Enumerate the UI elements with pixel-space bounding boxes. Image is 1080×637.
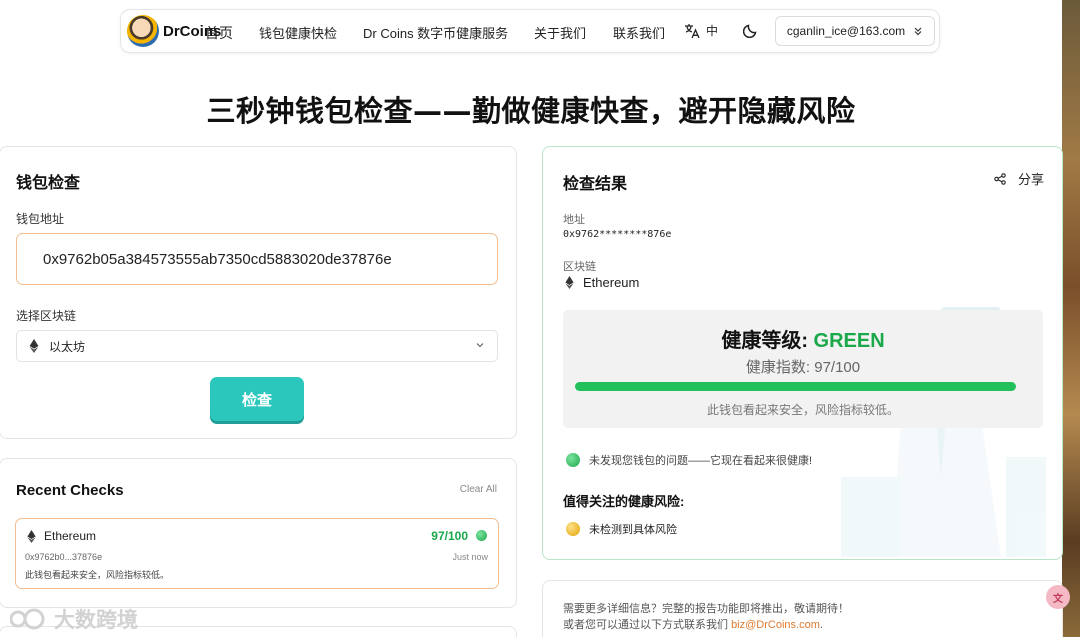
- address-label: 钱包地址: [16, 212, 65, 226]
- watermark-logo-icon: [10, 608, 45, 630]
- share-label: 分享: [1017, 172, 1044, 187]
- language-label: 中: [706, 24, 719, 38]
- clear-all-button[interactable]: Clear All: [460, 484, 497, 495]
- watermark: 大数跨境: [10, 604, 138, 634]
- result-address-label: 地址: [563, 214, 585, 226]
- contact-line-1: 需要更多详细信息？完整的报告功能即将推出，敬请期待！: [563, 603, 849, 615]
- wallet-check-card: 钱包检查 钱包地址 0x9762b05a384573555ab7350cd588…: [0, 146, 517, 439]
- chevron-down-icon: [476, 343, 484, 348]
- wallet-address-input[interactable]: 0x9762b05a384573555ab7350cd5883020de3787…: [16, 233, 498, 285]
- chain-label: 选择区块链: [16, 309, 77, 323]
- health-summary-box: 健康等级: GREEN 健康指数: 97/100 此钱包看起来安全，风险指标较低…: [563, 310, 1043, 428]
- ethereum-icon: [29, 339, 39, 353]
- health-grade-label: 健康等级:: [721, 330, 814, 352]
- chain-select[interactable]: 以太坊: [16, 330, 498, 362]
- recent-score: 97/100: [431, 529, 468, 543]
- share-button[interactable]: 分享: [994, 169, 1044, 188]
- contact-line-2: 或者您可以通过以下方式联系我们 biz@DrCoins.com.: [563, 616, 823, 632]
- recent-checks-card: Recent Checks Clear All Ethereum 97/100 …: [0, 458, 517, 608]
- ethereum-icon: [565, 276, 574, 289]
- finding-text: 未发现您钱包的问题——它现在看起来很健康!: [589, 455, 813, 467]
- nav-about[interactable]: 关于我们: [534, 23, 586, 42]
- health-score: 健康指数: 97/100: [745, 359, 861, 376]
- theme-toggle[interactable]: [742, 22, 759, 43]
- doctor-logo-icon: [127, 15, 159, 47]
- contact-line-2-text: 或者您可以通过以下方式联系我们: [563, 619, 732, 631]
- green-status-dot: [566, 453, 580, 467]
- moon-icon: [742, 24, 757, 39]
- finding-row: 未发现您钱包的问题——它现在看起来很健康!: [566, 452, 812, 468]
- recent-time: Just now: [452, 552, 488, 562]
- top-nav: DrCoins 首页 钱包健康快检 Dr Coins 数字币健康服务 关于我们 …: [120, 9, 940, 53]
- ethereum-icon: [27, 530, 36, 543]
- background-edge: [1062, 0, 1080, 637]
- result-chain: Ethereum: [565, 275, 639, 290]
- wallet-check-title: 钱包检查: [16, 175, 81, 192]
- nav-contact[interactable]: 联系我们: [613, 23, 665, 42]
- floating-translate-icon[interactable]: 文: [1046, 585, 1070, 609]
- watermark-text: 大数跨境: [54, 609, 138, 632]
- nav-home[interactable]: 首页: [205, 23, 233, 43]
- result-chain-label: 区块链: [563, 261, 596, 273]
- health-grade-value: GREEN: [813, 330, 885, 352]
- contact-card: 需要更多详细信息？完整的报告功能即将推出，敬请期待！ 或者您可以通过以下方式联系…: [542, 580, 1063, 637]
- result-chain-value: Ethereum: [583, 275, 640, 290]
- page-headline: 三秒钟钱包检查——勤做健康快查，避开隐藏风险: [206, 94, 856, 128]
- health-summary-note: 此钱包看起来安全，风险指标较低。: [706, 403, 899, 417]
- chevron-double-down-icon: [914, 27, 922, 36]
- result-title: 检查结果: [563, 176, 628, 193]
- check-button[interactable]: 检查: [210, 377, 304, 421]
- contact-email-link[interactable]: biz@DrCoins.com: [731, 619, 820, 631]
- risks-title: 值得关注的健康风险:: [563, 494, 685, 509]
- health-score-bar: [575, 382, 1016, 391]
- health-grade: 健康等级: GREEN: [563, 324, 1043, 353]
- recent-note: 此钱包看起来安全，风险指标较低。: [25, 570, 170, 580]
- wallet-address-value: 0x9762b05a384573555ab7350cd5883020de3787…: [43, 250, 392, 268]
- nav-health-service[interactable]: Dr Coins 数字币健康服务: [363, 23, 508, 42]
- result-card: 检查结果 分享 地址 0x9762********876e 区块链 Ethere…: [542, 146, 1063, 560]
- yellow-status-dot: [566, 522, 580, 536]
- recent-checks-title: Recent Checks: [16, 482, 124, 499]
- risk-item: 未检测到具体风险: [566, 521, 677, 537]
- recent-address: 0x9762b0...37876e: [25, 552, 103, 562]
- account-email: cganlin_ice@163.com: [786, 24, 906, 38]
- green-status-dot: [476, 530, 487, 541]
- risk-item-text: 未检测到具体风险: [589, 524, 677, 536]
- account-menu[interactable]: cganlin_ice@163.com: [775, 16, 935, 46]
- nav-wallet-check[interactable]: 钱包健康快检: [259, 23, 337, 42]
- language-switcher[interactable]: 中: [684, 22, 718, 39]
- share-icon: [994, 172, 1006, 185]
- translate-icon: [685, 23, 700, 38]
- recent-chain: Ethereum: [44, 529, 97, 543]
- contact-period: .: [819, 619, 823, 631]
- chain-select-value: 以太坊: [49, 339, 86, 354]
- recent-check-item[interactable]: Ethereum 97/100 0x9762b0...37876e Just n…: [15, 518, 499, 589]
- result-address-value: 0x9762********876e: [563, 229, 672, 240]
